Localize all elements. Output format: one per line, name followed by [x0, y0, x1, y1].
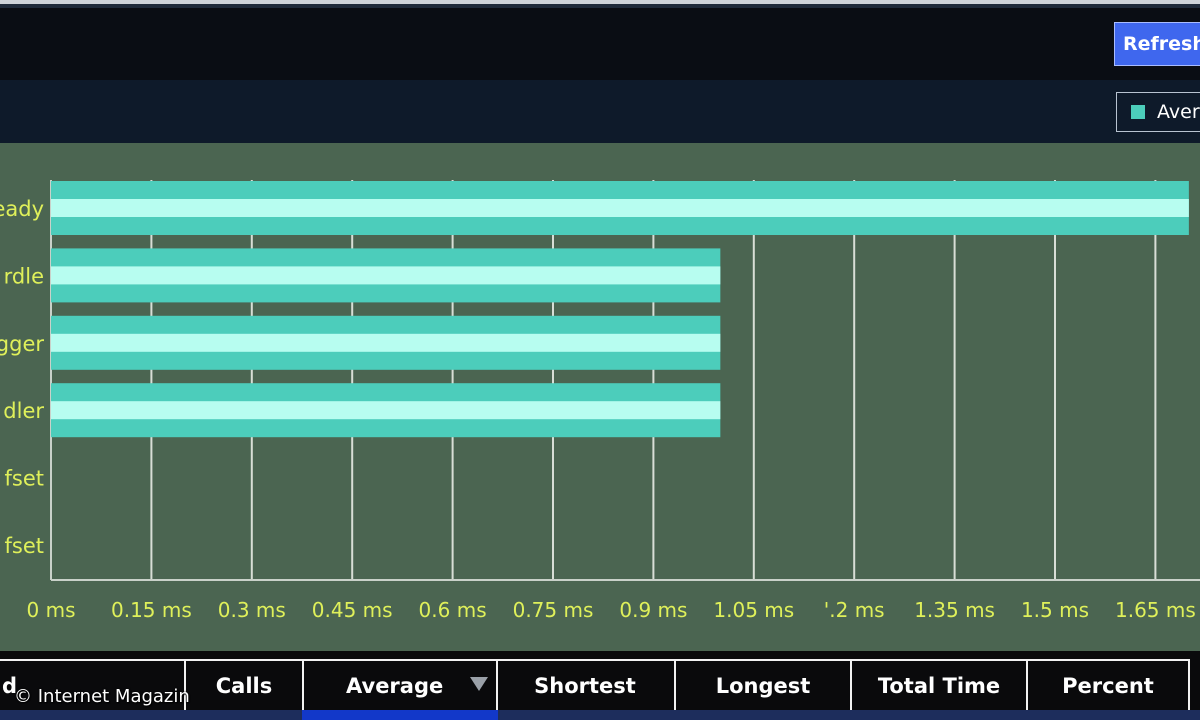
- y-tick-label: eady: [0, 197, 44, 221]
- column-header-average[interactable]: Average: [302, 659, 498, 712]
- legend-bar: [0, 80, 1200, 143]
- legend-swatch-average: [1131, 105, 1145, 119]
- bar-highlight: [51, 199, 1189, 217]
- x-tick-label: 1.65 ms: [1115, 598, 1196, 622]
- y-tick-label: gger: [0, 332, 44, 356]
- x-tick-label: 1.35 ms: [914, 598, 995, 622]
- x-tick-label: 0.75 ms: [513, 598, 594, 622]
- refresh-button[interactable]: Refresh: [1114, 22, 1200, 66]
- x-tick-label: '.2 ms: [824, 598, 885, 622]
- x-tick-label: 1.5 ms: [1021, 598, 1089, 622]
- bar-chart: eady rdle gger dler fset fset 0 ms 0.15 ms 0.3 m…: [0, 180, 1200, 622]
- column-header-total-time[interactable]: Total Time: [850, 659, 1028, 712]
- watermark: © Internet Magazin: [14, 686, 190, 707]
- x-tick-label: 0 ms: [27, 598, 76, 622]
- legend-label-average: Average: [1157, 101, 1200, 123]
- bar-highlight: [51, 333, 721, 352]
- bar-highlight: [51, 266, 721, 285]
- x-tick-label: 0.15 ms: [111, 598, 192, 622]
- sort-descending-icon[interactable]: [470, 677, 488, 691]
- table-row[interactable]: [0, 710, 1200, 720]
- x-tick-label: 1.05 ms: [713, 598, 794, 622]
- column-header-longest[interactable]: Longest: [674, 659, 852, 712]
- chart-legend: Average: [1116, 92, 1200, 132]
- title-bar: [0, 0, 1200, 80]
- column-header-shortest[interactable]: Shortest: [496, 659, 676, 712]
- chart-panel: eady rdle gger dler fset fset 0 ms 0.15 ms 0.3 m…: [0, 143, 1200, 651]
- column-header-calls[interactable]: Calls: [184, 659, 304, 712]
- y-tick-label: fset: [5, 467, 45, 491]
- y-tick-label: fset: [5, 534, 45, 558]
- y-tick-label: rdle: [4, 264, 44, 288]
- x-tick-label: 0.3 ms: [218, 598, 286, 622]
- bar-highlight: [51, 401, 721, 420]
- y-tick-label: dler: [3, 399, 44, 423]
- column-header-percent[interactable]: Percent: [1026, 659, 1190, 712]
- x-tick-label: 0.6 ms: [419, 598, 487, 622]
- x-tick-label: 0.9 ms: [619, 598, 687, 622]
- table-cell-selected[interactable]: [302, 710, 498, 720]
- x-tick-label: 0.45 ms: [312, 598, 393, 622]
